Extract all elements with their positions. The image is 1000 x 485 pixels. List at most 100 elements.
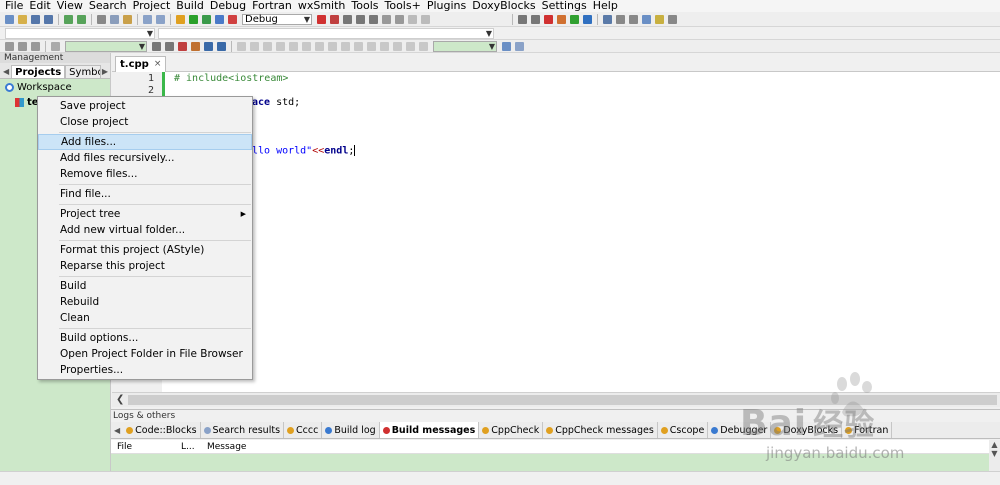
debug-icon[interactable] — [317, 14, 326, 24]
menu-settings[interactable]: Settings — [542, 0, 587, 12]
bookmark-toggle-icon[interactable] — [544, 14, 553, 24]
menu-build[interactable]: Build — [176, 0, 204, 12]
tab-symbols[interactable]: Symbols — [65, 65, 101, 78]
next-line-icon[interactable] — [343, 14, 352, 24]
tab-build-messages[interactable]: Build messages — [379, 422, 480, 438]
menu-item-properties[interactable]: Properties... — [38, 362, 252, 378]
run-to-cursor-icon[interactable] — [330, 14, 339, 24]
jump-forward-icon[interactable] — [531, 14, 540, 24]
menu-file[interactable]: File — [5, 0, 23, 12]
bookmark-clear-icon[interactable] — [583, 14, 592, 24]
menu-item-format-this-project-astyle[interactable]: Format this project (AStyle) — [38, 242, 252, 258]
tab-doxyblocks[interactable]: DoxyBlocks — [771, 422, 843, 438]
tab-t-cpp[interactable]: t.cpp × — [115, 56, 167, 72]
menu-search[interactable]: Search — [89, 0, 127, 12]
build-icon[interactable] — [176, 14, 185, 24]
zoom-in-icon[interactable] — [380, 41, 389, 51]
find-icon[interactable] — [143, 14, 152, 24]
rebuild-icon[interactable] — [215, 14, 224, 24]
code-function-select[interactable]: ▼ — [158, 27, 494, 39]
grid-icon[interactable] — [302, 41, 311, 51]
menu-item-add-new-virtual-folder[interactable]: Add new virtual folder... — [38, 222, 252, 238]
menu-tools[interactable]: Tools — [351, 0, 378, 12]
paste-icon[interactable] — [123, 14, 132, 24]
build-run-icon[interactable] — [202, 14, 211, 24]
menu-doxyblocks[interactable]: DoxyBlocks — [472, 0, 535, 12]
menu-item-build-options[interactable]: Build options... — [38, 330, 252, 346]
locate-icon[interactable] — [204, 41, 213, 51]
text-widget-icon[interactable] — [354, 41, 363, 51]
menu-project[interactable]: Project — [133, 0, 171, 12]
menu-item-reparse-this-project[interactable]: Reparse this project — [38, 258, 252, 274]
redo-icon[interactable] — [77, 14, 86, 24]
scroll-up-icon[interactable]: ▲ — [991, 440, 997, 449]
menu-item-open-project-folder-in-file-browser[interactable]: Open Project Folder in File Browser — [38, 346, 252, 362]
menu-item-clean[interactable]: Clean — [38, 310, 252, 326]
column-line[interactable]: L... — [181, 440, 195, 454]
save-icon[interactable] — [31, 14, 40, 24]
highlight-icon[interactable] — [178, 41, 187, 51]
tree-project[interactable]: te — [15, 97, 39, 108]
menu-view[interactable]: View — [57, 0, 83, 12]
stop-icon[interactable] — [395, 14, 404, 24]
menu-plugins[interactable]: Plugins — [427, 0, 466, 12]
uncomment-icon[interactable] — [629, 14, 638, 24]
tab-cscope[interactable]: Cscope — [658, 422, 709, 438]
nav-forward-icon[interactable] — [165, 41, 174, 51]
nav-back-icon[interactable] — [152, 41, 161, 51]
code-scope-select[interactable]: ▼ — [5, 27, 155, 39]
build-target-select[interactable]: Debug ▼ — [242, 13, 312, 25]
menu-item-save-project[interactable]: Save project — [38, 98, 252, 114]
tab-cppcheck-messages[interactable]: CppCheck messages — [543, 422, 658, 438]
check-widget-icon[interactable] — [367, 41, 376, 51]
inspect-icon[interactable] — [502, 41, 511, 51]
menu-help[interactable]: Help — [593, 0, 618, 12]
doxy-run-icon[interactable] — [655, 14, 664, 24]
first-icon[interactable] — [5, 41, 14, 51]
pause-icon[interactable] — [382, 14, 391, 24]
s-icon[interactable] — [406, 41, 415, 51]
replace-icon[interactable] — [156, 14, 165, 24]
block-comment-icon[interactable] — [616, 14, 625, 24]
menu-wxsmith[interactable]: wxSmith — [298, 0, 346, 12]
menu-item-add-files-recursively[interactable]: Add files recursively... — [38, 150, 252, 166]
cut-icon[interactable] — [97, 14, 106, 24]
record-icon[interactable] — [51, 41, 60, 51]
undo-icon[interactable] — [64, 14, 73, 24]
menu-item-remove-files[interactable]: Remove files... — [38, 166, 252, 182]
layout-icon[interactable] — [276, 41, 285, 51]
tab-scroll-right-icon[interactable]: ▶ — [101, 67, 110, 78]
menu-item-add-files[interactable]: Add files... — [38, 134, 252, 150]
open-folder-icon[interactable] — [18, 14, 27, 24]
menu-tools[interactable]: Tools+ — [385, 0, 421, 12]
tab-search-results[interactable]: Search results — [201, 422, 285, 438]
tab-fortran[interactable]: Fortran — [842, 422, 893, 438]
menu-item-close-project[interactable]: Close project — [38, 114, 252, 130]
run-icon[interactable] — [189, 14, 198, 24]
tab-codeblocks[interactable]: Code::Blocks — [123, 422, 201, 438]
menu-item-build[interactable]: Build — [38, 278, 252, 294]
step-into-icon[interactable] — [356, 14, 365, 24]
prev-icon[interactable] — [18, 41, 27, 51]
tab-scroll-left-icon[interactable]: ◀ — [111, 426, 123, 435]
tab-projects[interactable]: Projects — [11, 65, 66, 78]
tab-cccc[interactable]: Cccc — [284, 422, 323, 438]
tab-debugger[interactable]: Debugger — [708, 422, 772, 438]
button-widget-icon[interactable] — [341, 41, 350, 51]
comment-icon[interactable] — [603, 14, 612, 24]
menu-fortran[interactable]: Fortran — [252, 0, 292, 12]
save-all-icon[interactable] — [44, 14, 53, 24]
target-filter-select[interactable]: ▼ — [65, 40, 147, 52]
jump-back-icon[interactable] — [518, 14, 527, 24]
wand-icon[interactable] — [191, 41, 200, 51]
close-icon[interactable]: × — [154, 57, 162, 72]
tab-cppcheck[interactable]: CppCheck — [479, 422, 544, 438]
tree-workspace[interactable]: Workspace — [5, 82, 72, 93]
sizer-icon[interactable] — [315, 41, 324, 51]
browse-icon[interactable] — [217, 41, 226, 51]
menu-item-find-file[interactable]: Find file... — [38, 186, 252, 202]
column-message[interactable]: Message — [207, 440, 246, 454]
next-icon[interactable] — [31, 41, 40, 51]
menu-debug[interactable]: Debug — [210, 0, 246, 12]
search-icon[interactable] — [515, 41, 524, 51]
